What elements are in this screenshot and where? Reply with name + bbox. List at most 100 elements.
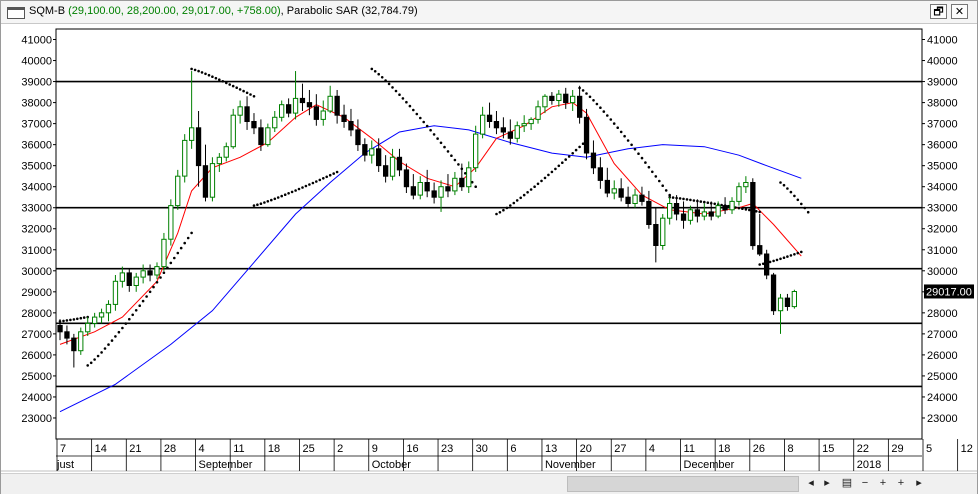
candle-body [736, 186, 742, 202]
candle-body [168, 205, 174, 240]
sar-dot [65, 319, 69, 322]
candle [209, 157, 216, 202]
candle-body [341, 114, 347, 122]
scroll-left-icon[interactable]: ◂ [803, 476, 819, 491]
sar-dot [121, 326, 124, 330]
x-tick-label: 14 [95, 443, 107, 455]
sar-dot [682, 197, 685, 201]
sar-dot [713, 202, 716, 206]
sar-dot [505, 206, 509, 210]
close-button[interactable]: ✕ [951, 4, 968, 19]
sar-dot [214, 76, 218, 80]
sar-dot [651, 170, 654, 174]
zoom-out-icon[interactable]: − [857, 476, 873, 491]
sar-dot [193, 68, 197, 72]
sar-dot [96, 354, 100, 358]
horizontal-scrollbar[interactable] [567, 476, 799, 492]
title-symbol: SQM-B [29, 5, 66, 17]
candle-body [431, 190, 437, 198]
candle-body [403, 169, 410, 188]
candle-body [119, 272, 125, 282]
sar-dot [522, 193, 526, 197]
sar-dot [550, 170, 554, 174]
sar-dot [536, 182, 540, 186]
sar-dot [162, 271, 166, 274]
sar-dot [408, 104, 412, 108]
sar-dot [380, 76, 384, 79]
sar-dot [311, 181, 315, 185]
sar-dot [373, 70, 377, 73]
sar-dot [86, 364, 89, 367]
title-bar: SQM-B (29,100.00, 28,200.00, 29,017.00, … [1, 1, 977, 24]
candle-body [292, 97, 299, 114]
candle-body [147, 270, 153, 276]
sar-dot [803, 206, 807, 210]
sar-dot [221, 80, 225, 83]
y-tick-label-right: 40000 [927, 56, 958, 68]
sar-dot [758, 210, 761, 214]
sar-dot [391, 86, 394, 89]
sar-dot [297, 187, 301, 191]
month-label: October [372, 459, 411, 471]
scroll-end-icon[interactable]: ▸ [911, 476, 927, 491]
scroll-right-icon[interactable]: ▸ [819, 476, 835, 491]
sar-dot [200, 71, 204, 74]
candle-body [750, 182, 756, 247]
sar-dot [741, 207, 744, 210]
candle-body [549, 95, 555, 102]
sar-dot [671, 196, 675, 199]
sar-dot [176, 251, 180, 255]
month-label: 2018 [857, 459, 881, 471]
sar-dot [190, 67, 193, 71]
candle-body [258, 127, 264, 146]
restore-button[interactable]: 🗗 [930, 4, 947, 19]
sar-dot [436, 137, 439, 140]
sar-dot [685, 198, 689, 201]
candle-body [597, 167, 604, 181]
candle-body [140, 270, 146, 278]
sar-dot [218, 78, 221, 81]
y-tick-label-left: 37000 [21, 119, 52, 131]
sar-dot [69, 318, 72, 322]
price-chart[interactable]: 23000 23000 24000 24000 25000 25000 26000 26000… [1, 24, 977, 473]
sar-dot [252, 95, 256, 98]
chart-footer: ◂ ▸ ▤ − + + ▸ [1, 473, 977, 494]
sar-dot [692, 199, 696, 202]
sar-dot [609, 118, 613, 121]
candle [750, 178, 756, 250]
sar-dot [661, 184, 664, 187]
sar-dot [89, 361, 93, 365]
sar-dot [266, 200, 270, 203]
candle-body [715, 205, 721, 217]
sar-dot [387, 82, 391, 86]
y-tick-label-left: 32000 [21, 224, 52, 236]
chart-type-icon[interactable]: ▤ [839, 476, 855, 491]
sar-dot [793, 194, 796, 198]
sar-dot [554, 167, 557, 171]
candle-body [306, 102, 313, 108]
candle-body [729, 200, 735, 211]
sar-dot [242, 89, 245, 93]
sar-dot [779, 181, 782, 184]
sar-dot [782, 183, 786, 187]
candle-body [743, 182, 749, 188]
candle-body [452, 177, 458, 192]
candle-body [618, 188, 624, 198]
candle-body [570, 95, 576, 104]
sar-dot [571, 152, 574, 155]
candle-body [237, 106, 243, 116]
sar-dot [664, 189, 668, 192]
sar-dot [772, 259, 775, 263]
x-tick-label: 18 [718, 443, 730, 455]
zoom-in-small-icon[interactable]: + [893, 476, 909, 491]
y-tick-label-right: 32000 [927, 224, 958, 236]
x-tick-label: 21 [129, 443, 141, 455]
candle-body [577, 95, 583, 118]
candle-body [445, 186, 451, 192]
sar-dot [557, 164, 561, 168]
sar-dot [179, 246, 183, 250]
sar-dot [793, 253, 796, 256]
y-tick-label-right: 41000 [927, 35, 958, 47]
candle-body [195, 127, 202, 167]
zoom-in-icon[interactable]: + [875, 476, 891, 491]
